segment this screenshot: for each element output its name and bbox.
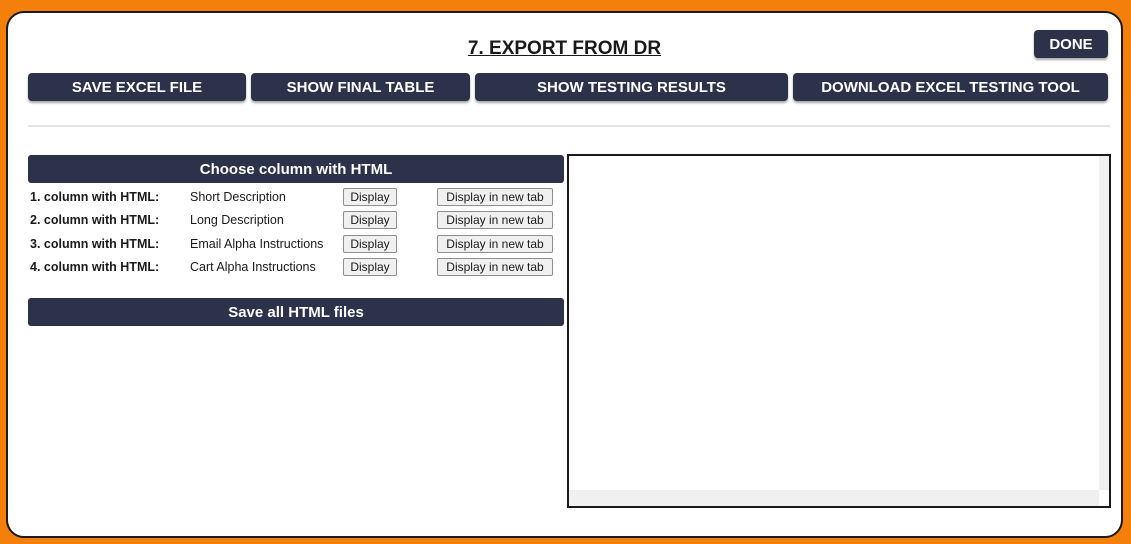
vertical-scrollbar[interactable]: [1099, 156, 1109, 506]
row-label: 2. column with HTML:: [30, 213, 160, 227]
display-button[interactable]: Display: [343, 258, 397, 276]
download-excel-testing-tool-button[interactable]: DOWNLOAD EXCEL TESTING TOOL: [793, 73, 1108, 101]
row-value: Long Description: [190, 213, 284, 227]
html-preview-frame[interactable]: [567, 154, 1111, 508]
show-final-table-button[interactable]: SHOW FINAL TABLE: [251, 73, 470, 101]
display-in-new-tab-button[interactable]: Display in new tab: [437, 235, 553, 253]
display-in-new-tab-button[interactable]: Display in new tab: [437, 258, 553, 276]
done-button[interactable]: DONE: [1034, 30, 1108, 58]
row-value: Cart Alpha Instructions: [190, 260, 316, 274]
row-label: 1. column with HTML:: [30, 190, 160, 204]
save-all-html-files-button[interactable]: Save all HTML files: [28, 298, 564, 326]
display-in-new-tab-button[interactable]: Display in new tab: [437, 211, 553, 229]
display-button[interactable]: Display: [343, 235, 397, 253]
divider: [28, 125, 1110, 127]
row-label: 3. column with HTML:: [30, 237, 160, 251]
display-in-new-tab-button[interactable]: Display in new tab: [437, 188, 553, 206]
row-value: Email Alpha Instructions: [190, 237, 324, 251]
row-label: 4. column with HTML:: [30, 260, 160, 274]
show-testing-results-button[interactable]: SHOW TESTING RESULTS: [475, 73, 788, 101]
display-button[interactable]: Display: [343, 188, 397, 206]
save-excel-file-button[interactable]: SAVE EXCEL FILE: [28, 73, 246, 101]
row-value: Short Description: [190, 190, 286, 204]
choose-column-header: Choose column with HTML: [28, 155, 564, 183]
page-title: 7. EXPORT FROM DR: [467, 38, 662, 59]
scrollbar-corner: [1099, 490, 1109, 506]
export-panel: 7. EXPORT FROM DR DONE SAVE EXCEL FILE S…: [6, 11, 1123, 538]
horizontal-scrollbar[interactable]: [569, 490, 1109, 506]
display-button[interactable]: Display: [343, 211, 397, 229]
